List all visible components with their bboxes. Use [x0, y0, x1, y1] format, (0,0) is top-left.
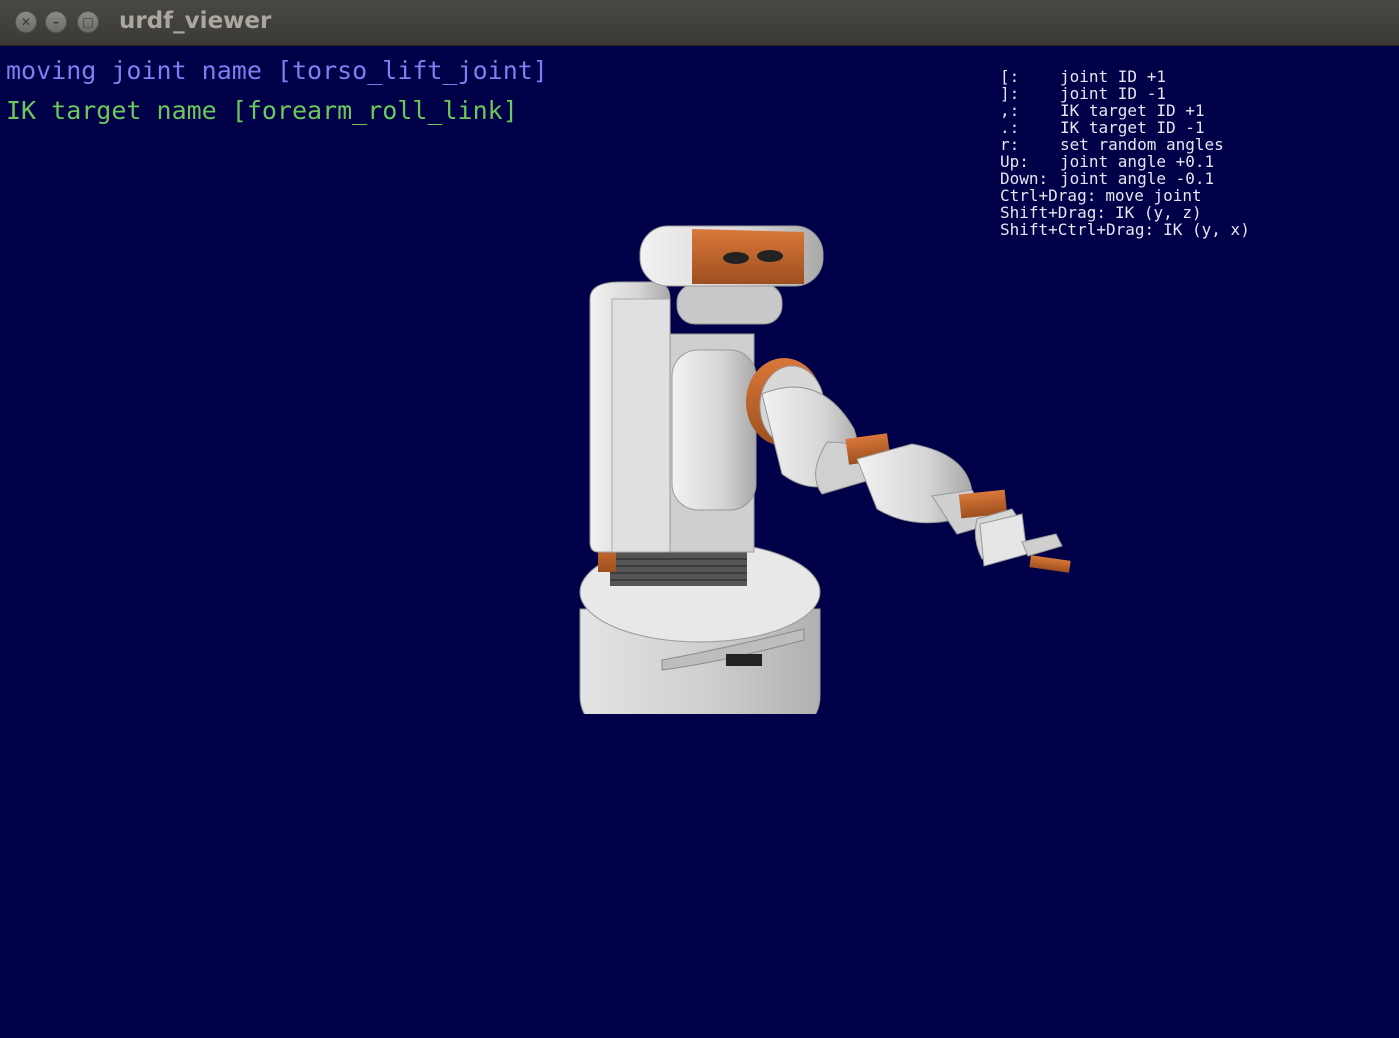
- help-key: r:: [1000, 135, 1020, 154]
- help-key: [:: [1000, 67, 1020, 86]
- 3d-viewport[interactable]: moving joint name [torso_lift_joint] IK …: [2, 46, 1397, 1036]
- help-row: .: IK target ID -1: [1000, 119, 1250, 136]
- title-bar[interactable]: ✕ – □ urdf_viewer: [0, 0, 1399, 46]
- robot-model[interactable]: [572, 174, 1092, 714]
- robot-gripper: [974, 508, 1071, 573]
- help-row: [: joint ID +1: [1000, 68, 1250, 85]
- app-window: ✕ – □ urdf_viewer moving joint name [tor…: [0, 0, 1399, 1038]
- minimize-icon[interactable]: –: [45, 11, 67, 33]
- ik-target-label: IK target name [forearm_roll_link]: [6, 96, 518, 125]
- help-row: r: set random angles: [1000, 136, 1250, 153]
- help-key: ,:: [1000, 101, 1020, 120]
- help-desc: IK target ID -1: [1060, 118, 1205, 137]
- close-icon[interactable]: ✕: [15, 11, 37, 33]
- help-key: ]:: [1000, 84, 1020, 103]
- window-title: urdf_viewer: [119, 8, 272, 34]
- help-key: Up:: [1000, 152, 1029, 171]
- help-desc: IK target ID +1: [1060, 101, 1205, 120]
- moving-joint-label: moving joint name [torso_lift_joint]: [6, 56, 548, 85]
- help-key: .:: [1000, 118, 1020, 137]
- help-desc: joint angle +0.1: [1060, 152, 1215, 171]
- help-desc: joint ID -1: [1060, 84, 1166, 103]
- help-desc: IK (y, z): [1114, 203, 1202, 222]
- help-desc: move joint: [1105, 186, 1202, 205]
- maximize-icon[interactable]: □: [77, 11, 99, 33]
- help-row: ,: IK target ID +1: [1000, 102, 1250, 119]
- help-row: Up: joint angle +0.1: [1000, 153, 1250, 170]
- help-row: ]: joint ID -1: [1000, 85, 1250, 102]
- help-desc: set random angles: [1060, 135, 1224, 154]
- help-desc: joint ID +1: [1060, 67, 1166, 86]
- help-desc: IK (y, x): [1163, 220, 1250, 239]
